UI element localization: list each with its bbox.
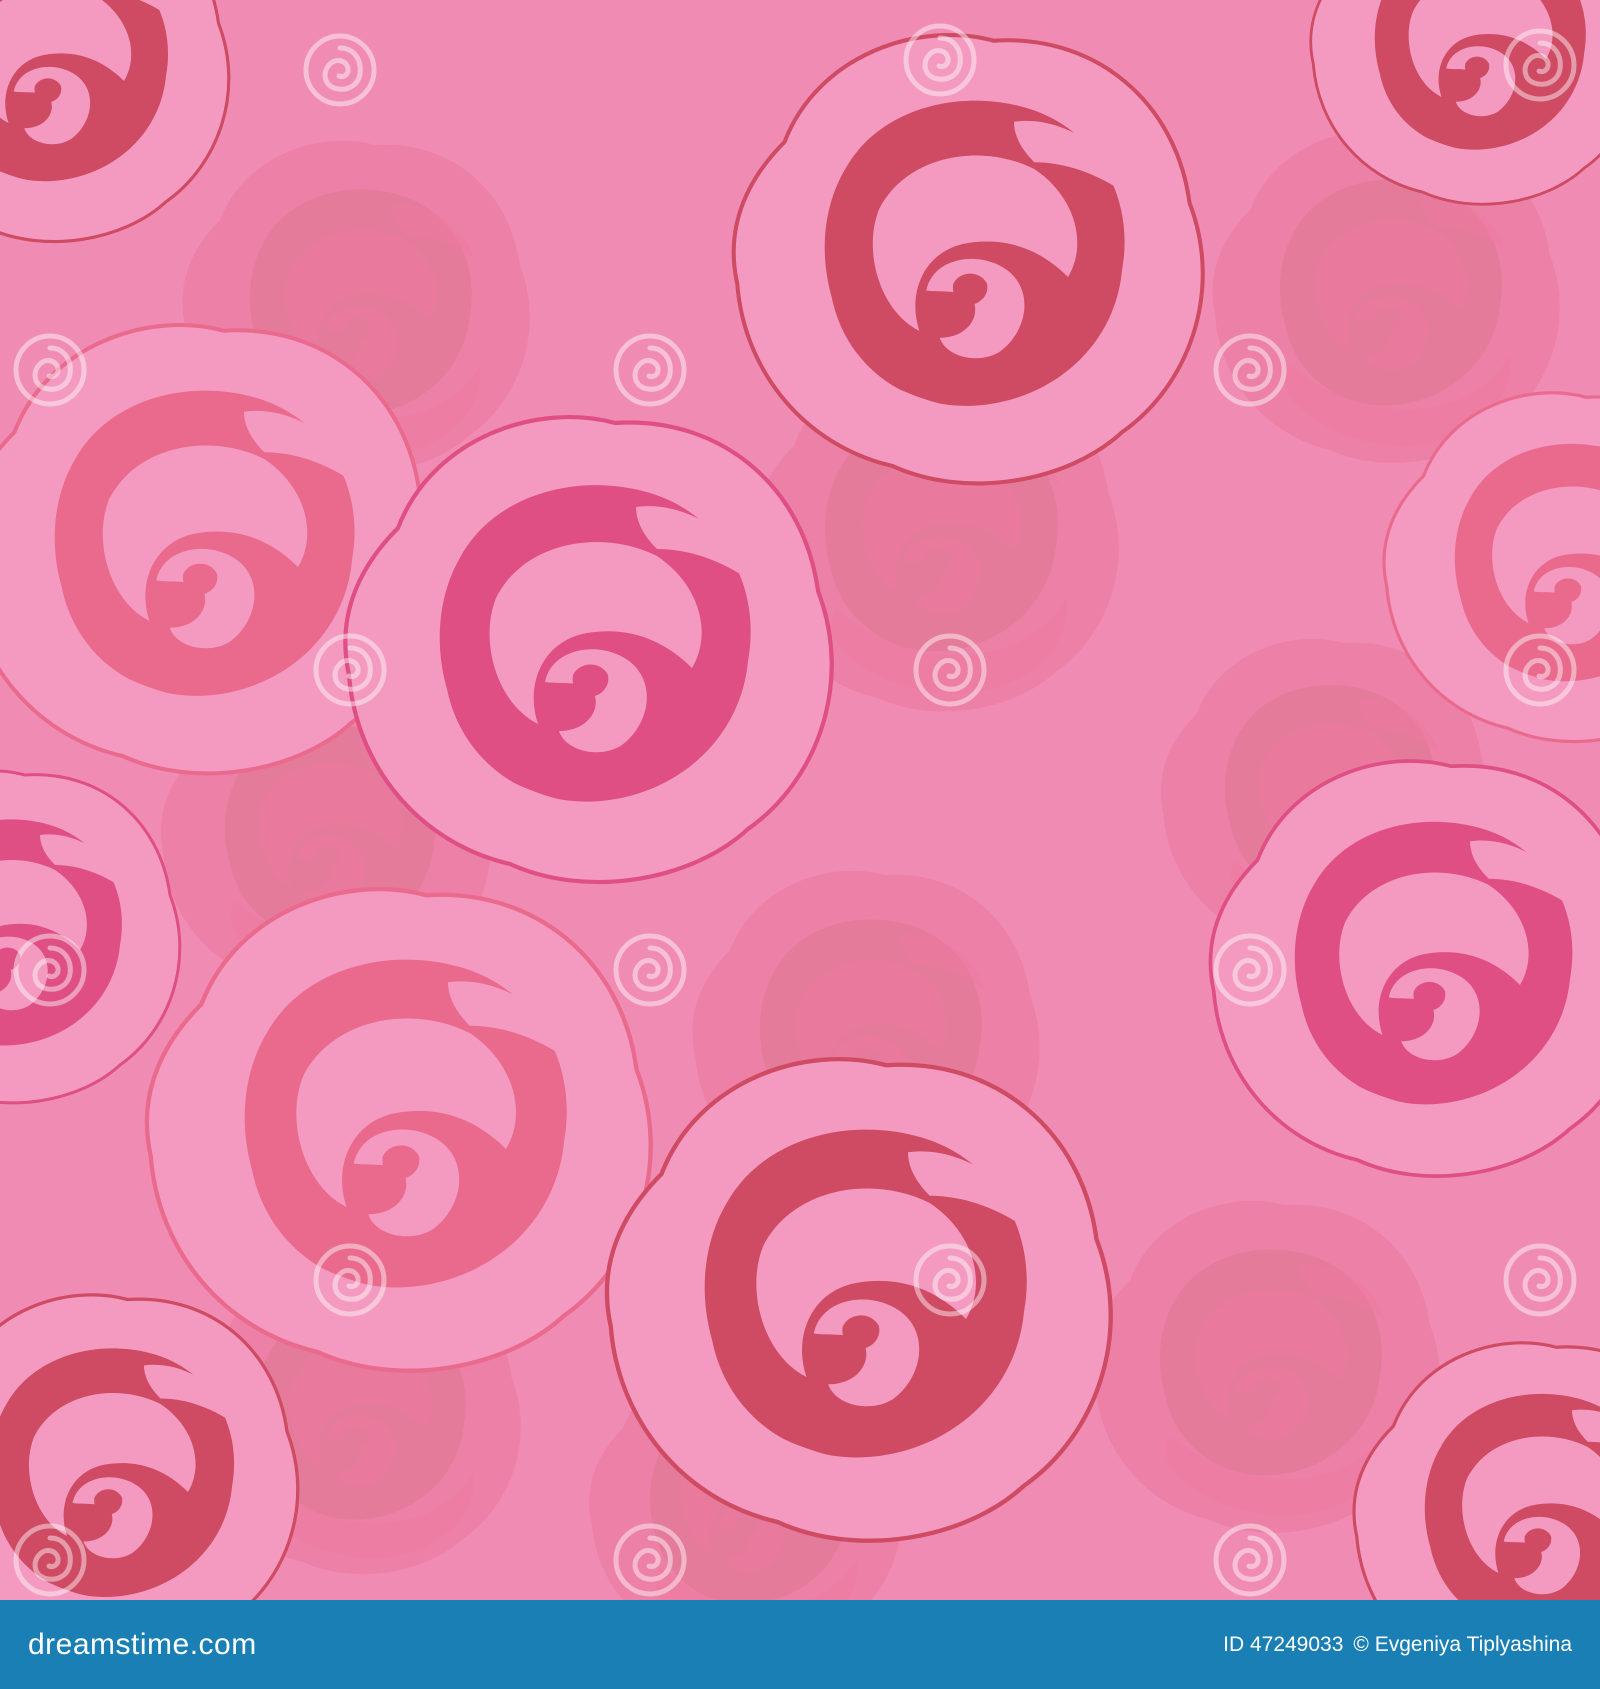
stock-image: dreamstime.com ID 47249033 © Evgeniya Ti… (0, 0, 1600, 1689)
site-name[interactable]: dreamstime.com (28, 1628, 257, 1662)
image-id: ID 47249033 (1223, 1632, 1344, 1656)
credit-bar: dreamstime.com ID 47249033 © Evgeniya Ti… (0, 1600, 1600, 1689)
image-credit: ID 47249033 © Evgeniya Tiplyashina (1223, 1633, 1572, 1657)
author-credit: © Evgeniya Tiplyashina (1353, 1632, 1572, 1656)
rose-pattern (0, 0, 1600, 1600)
